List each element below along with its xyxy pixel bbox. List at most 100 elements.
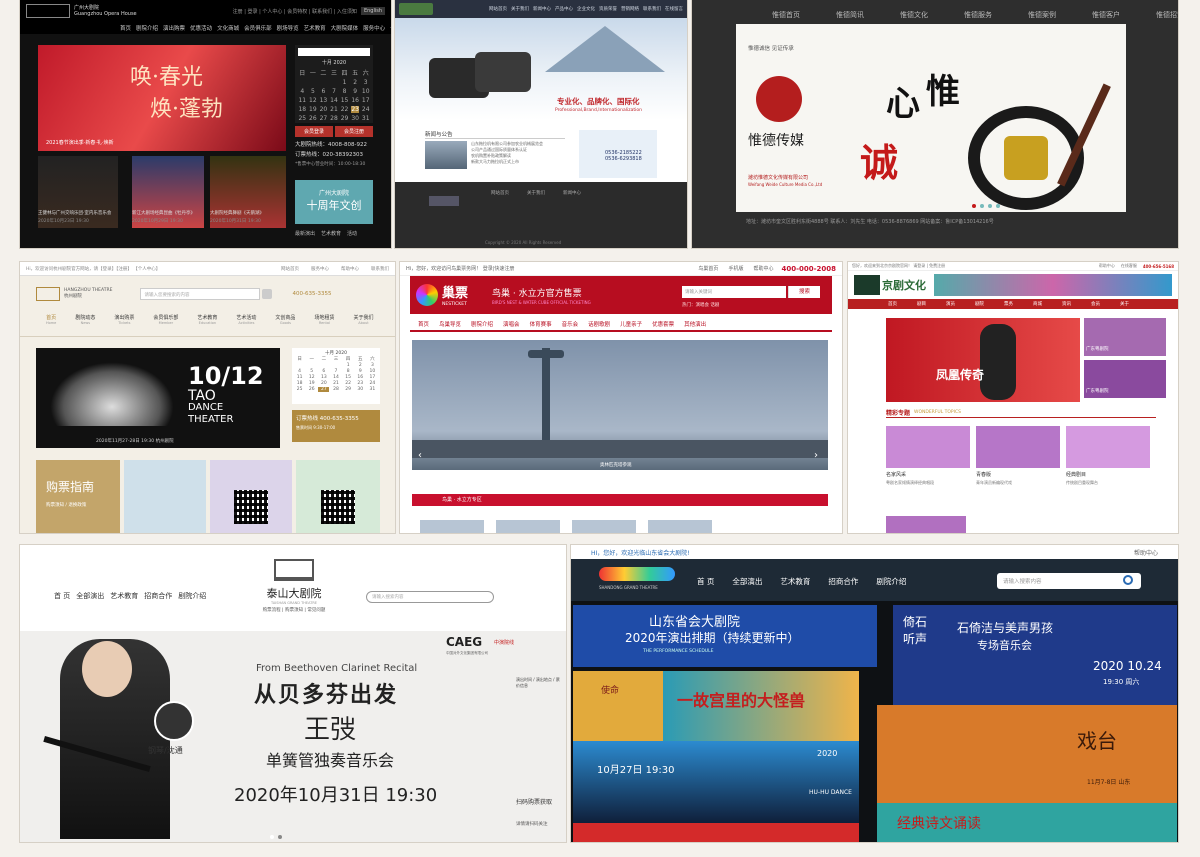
calendar-day[interactable]: 7 bbox=[330, 88, 339, 95]
nav-item[interactable]: 会员俱乐部 bbox=[244, 24, 272, 32]
carousel-dot[interactable] bbox=[996, 204, 1000, 208]
calendar-day[interactable]: 15 bbox=[340, 97, 349, 104]
calendar-day[interactable]: 18 bbox=[298, 106, 307, 113]
nav-item[interactable]: 产品中心 bbox=[555, 6, 573, 12]
calendar-day[interactable]: 21 bbox=[330, 381, 341, 386]
nav-item[interactable]: 体育赛事 bbox=[530, 320, 552, 328]
nav-item[interactable]: 首页 bbox=[120, 24, 131, 32]
hero-banner[interactable]: 唤·春光 焕·蓬勃 2021春节演出季·新春·礼·焕新 bbox=[38, 45, 286, 151]
carousel-dot[interactable] bbox=[972, 204, 976, 208]
footer-link[interactable]: 新闻中心 bbox=[563, 190, 581, 196]
nav-item[interactable]: 音乐会 bbox=[562, 320, 579, 328]
calendar-day[interactable]: 23 bbox=[350, 106, 360, 113]
nav-item[interactable]: 演出购票 bbox=[163, 24, 185, 32]
search-button[interactable]: 搜索 bbox=[788, 286, 820, 298]
nav-item[interactable]: 会员俱乐部 Member bbox=[153, 314, 178, 325]
calendar-day[interactable]: 26 bbox=[309, 115, 318, 122]
nav-item[interactable]: 惟德首页 bbox=[772, 10, 800, 20]
calendar-day[interactable]: 16 bbox=[351, 97, 360, 104]
nav-item[interactable]: 艺术活动 Activities bbox=[236, 314, 256, 325]
nav-item[interactable]: 在线留言 bbox=[665, 6, 683, 12]
calendar-day[interactable]: 21 bbox=[330, 106, 339, 113]
calendar-day[interactable]: 25 bbox=[298, 115, 307, 122]
topic-card[interactable]: 经典剧目 传统剧目重现舞台 bbox=[1066, 426, 1150, 486]
calendar-day[interactable]: 9 bbox=[355, 369, 366, 374]
calendar-day[interactable]: 4 bbox=[298, 88, 307, 95]
hero-banner[interactable]: 10/12 TAO DANCE THEATER 2020年11月27-28日 1… bbox=[36, 348, 280, 448]
nav-item[interactable]: 资讯 bbox=[1062, 301, 1071, 307]
prev-arrow-icon[interactable]: ‹ bbox=[418, 450, 422, 461]
calendar-day[interactable]: 15 bbox=[343, 375, 354, 380]
promo-tile[interactable] bbox=[210, 460, 292, 533]
nav-item[interactable]: 惟德招贤 bbox=[1156, 10, 1178, 20]
calendar-day[interactable]: 11 bbox=[294, 375, 305, 380]
language-button[interactable]: English bbox=[360, 7, 385, 15]
nav-item[interactable]: 合作伙伴 bbox=[390, 24, 391, 32]
nav-item[interactable]: 剧院介绍 bbox=[136, 24, 158, 32]
hero-banner[interactable]: 专业化、品牌化、国际化 Professional,Brand,Internati… bbox=[395, 18, 687, 120]
nav-item[interactable]: 全部演出 bbox=[76, 591, 104, 601]
event-thumb[interactable] bbox=[648, 520, 712, 533]
carousel-dot[interactable] bbox=[988, 204, 992, 208]
calendar-day[interactable]: 1 bbox=[340, 79, 349, 86]
poster-tile[interactable]: 倚石听声 石倚洁与美声男孩 专场音乐会 2020 10.24 19:30 周六 bbox=[893, 605, 1177, 705]
calendar-day[interactable]: 19 bbox=[306, 381, 317, 386]
calendar-day[interactable]: 2 bbox=[355, 363, 366, 368]
nav-item[interactable]: 文创商品 Goods bbox=[275, 314, 295, 325]
calendar-day[interactable]: 6 bbox=[318, 369, 329, 374]
calendar-day[interactable]: 1 bbox=[343, 363, 354, 368]
calendar-day[interactable]: 5 bbox=[306, 369, 317, 374]
nav-item[interactable]: 剧院介绍 bbox=[178, 591, 206, 601]
calendar-day[interactable]: 28 bbox=[330, 115, 339, 122]
nav-item[interactable]: 优惠活动 bbox=[190, 24, 212, 32]
site-logo[interactable] bbox=[36, 287, 60, 301]
nav-item[interactable]: 首页 bbox=[418, 320, 429, 328]
calendar-day[interactable]: 18 bbox=[294, 381, 305, 386]
calendar-day[interactable]: 17 bbox=[361, 97, 370, 104]
top-link[interactable]: 联系我们 bbox=[371, 266, 389, 272]
calendar-day[interactable]: 22 bbox=[343, 381, 354, 386]
nav-item[interactable]: 惟德客户 bbox=[1092, 10, 1120, 20]
event-thumb[interactable] bbox=[496, 520, 560, 533]
calendar-day[interactable]: 29 bbox=[343, 387, 354, 392]
nav-item[interactable]: 关于 bbox=[1120, 301, 1129, 307]
nav-item[interactable]: 其他演出 bbox=[684, 320, 706, 328]
nav-item[interactable]: 企业文化 bbox=[577, 6, 595, 12]
help-link[interactable]: 帮助中心 bbox=[1134, 548, 1158, 557]
hero-banner[interactable]: 惟德诚信 见证传承 惟德传媒 潍坊惟德文化传媒有限公司 Weifang Weid… bbox=[736, 24, 1126, 212]
nav-item[interactable]: 剧场导览 bbox=[277, 24, 299, 32]
calendar-day[interactable]: 27 bbox=[319, 115, 328, 122]
poster-tile[interactable]: 一故宫里的大怪兽 bbox=[663, 671, 859, 741]
hero-banner[interactable]: 钢琴/沈通 CAEG 中国对外文化集团有限公司 中演院线 From Beetho… bbox=[20, 631, 566, 842]
calendar-day[interactable]: 25 bbox=[294, 387, 305, 392]
nav-item[interactable]: 惟德案例 bbox=[1028, 10, 1056, 20]
top-link[interactable]: 帮助中心 bbox=[1099, 263, 1115, 269]
poster-tile[interactable]: 2020 10月27日 19:30 HU-HU DANCE bbox=[573, 741, 859, 823]
calendar-day[interactable]: 4 bbox=[294, 369, 305, 374]
calendar-day[interactable]: 13 bbox=[319, 97, 328, 104]
nav-item[interactable]: 服务中心 bbox=[363, 24, 385, 32]
calendar-day[interactable]: 9 bbox=[351, 88, 360, 95]
nav-item[interactable]: 资质荣誉 bbox=[599, 6, 617, 12]
nav-item[interactable]: 剧院动态 News bbox=[75, 314, 95, 325]
event-thumb[interactable] bbox=[420, 520, 484, 533]
member-register-button[interactable]: 会员注册 bbox=[335, 126, 373, 137]
topic-thumb[interactable] bbox=[886, 516, 966, 533]
nav-item[interactable]: 艺术教育 bbox=[780, 576, 810, 587]
calendar-day[interactable]: 19 bbox=[309, 106, 318, 113]
top-link[interactable]: 服务中心 bbox=[311, 266, 329, 272]
top-link[interactable]: 在线客服 bbox=[1121, 263, 1137, 269]
calendar-day[interactable]: 12 bbox=[309, 97, 318, 104]
nav-item[interactable]: 惟德文化 bbox=[900, 10, 928, 20]
calendar-day[interactable]: 17 bbox=[367, 375, 378, 380]
nav-item[interactable]: 鸟巢导览 bbox=[439, 320, 461, 328]
show-card[interactable]: 新江大剧场经典昆曲《牡丹亭》 2020年10月29日 19:30 bbox=[132, 156, 204, 228]
top-link[interactable]: 鸟巢首页 bbox=[698, 265, 718, 272]
hero-banner[interactable]: 凤凰传奇 bbox=[886, 318, 1080, 402]
calendar-day[interactable]: 13 bbox=[318, 375, 329, 380]
calendar-day[interactable]: 30 bbox=[355, 387, 366, 392]
sub-links[interactable]: 购票流程 | 购票须知 | 常见问题 bbox=[244, 607, 344, 613]
calendar-day[interactable]: 31 bbox=[361, 115, 370, 122]
carousel-dot[interactable] bbox=[980, 204, 984, 208]
promo-tile[interactable]: 广州大剧院 十周年文创 bbox=[295, 180, 373, 224]
